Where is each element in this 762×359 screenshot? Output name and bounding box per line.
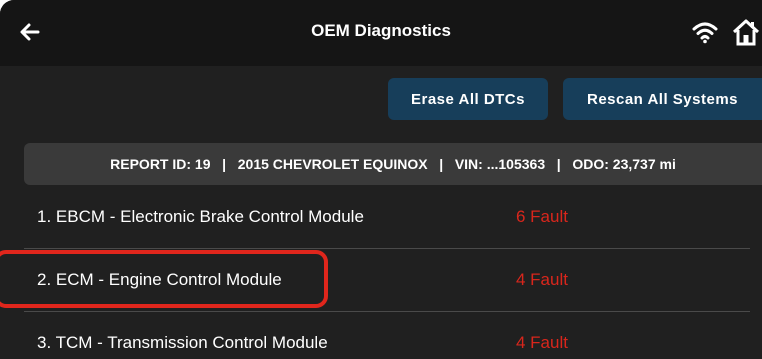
module-row-ecm[interactable]: 2. ECM - Engine Control Module 4 Fault [24, 249, 762, 311]
fault-count: 4 Fault [516, 270, 568, 289]
page-title: OEM Diagnostics [311, 21, 451, 40]
top-bar: OEM Diagnostics [0, 0, 762, 66]
rescan-all-systems-button[interactable]: Rescan All Systems [563, 78, 762, 120]
report-info-text: REPORT ID: 19 | 2015 CHEVROLET EQUINOX |… [110, 156, 676, 172]
module-row-ebcm[interactable]: 1. EBCM - Electronic Brake Control Modul… [24, 186, 762, 248]
fault-count: 4 Fault [516, 333, 568, 352]
report-info-bar: REPORT ID: 19 | 2015 CHEVROLET EQUINOX |… [24, 143, 762, 185]
fault-count: 6 Fault [516, 207, 568, 226]
module-name: 3. TCM - Transmission Control Module [37, 333, 328, 352]
app-screen: OEM Diagnostics Erase All DTCs Rescan Al… [0, 0, 762, 359]
module-name: 2. ECM - Engine Control Module [37, 270, 282, 289]
erase-all-dtcs-button[interactable]: Erase All DTCs [388, 78, 548, 120]
module-name: 1. EBCM - Electronic Brake Control Modul… [37, 207, 364, 226]
module-row-tcm[interactable]: 3. TCM - Transmission Control Module 4 F… [24, 312, 762, 359]
home-icon[interactable] [731, 18, 761, 46]
wifi-icon [692, 22, 718, 44]
